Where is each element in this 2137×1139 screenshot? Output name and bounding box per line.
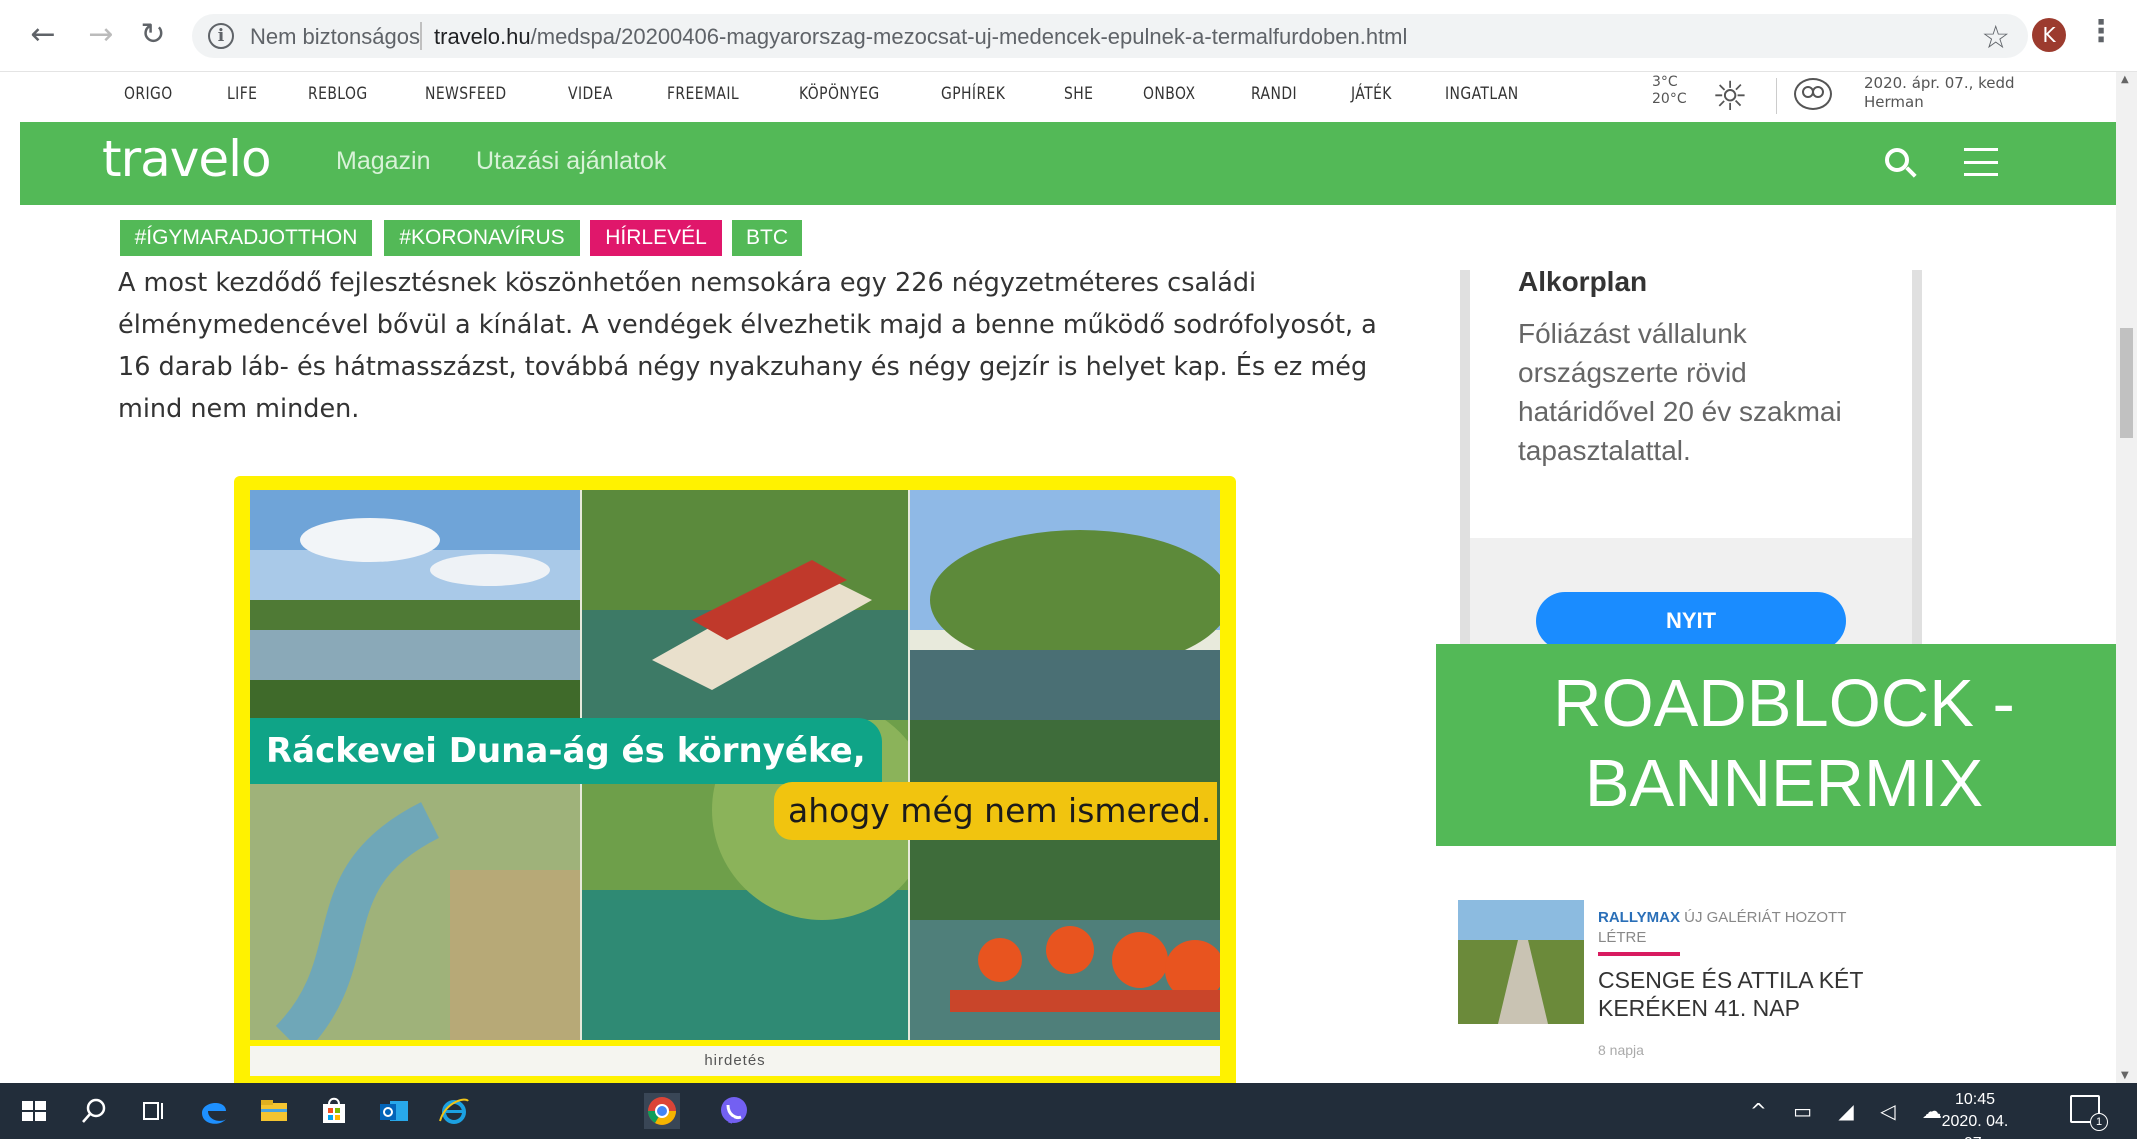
ad-subline: ahogy még nem ismered. bbox=[774, 782, 1218, 840]
ad-label: hirdetés bbox=[250, 1046, 1220, 1076]
task-view-icon[interactable] bbox=[136, 1093, 172, 1129]
portal-link-koponyeg[interactable]: KÖPÖNYEG bbox=[799, 84, 880, 104]
windows-taskbar: ^ ▭ ◢ ◁ ☁ 10:45 2020. 04. 07. 1 bbox=[0, 1083, 2137, 1139]
portal-link-ingatlan[interactable]: INGATLAN bbox=[1445, 84, 1519, 104]
clock-date: 2020. 04. 07. bbox=[1941, 1113, 2009, 1139]
frog-icon[interactable] bbox=[1794, 78, 1832, 110]
internet-explorer-icon[interactable] bbox=[436, 1093, 472, 1129]
article-line: élménymedencével bővül a kínálat. A vend… bbox=[118, 310, 1377, 340]
portal-link-gphirek[interactable]: GPHÍREK bbox=[941, 84, 1005, 104]
url-path: /medspa/20200406-magyarorszag-mezocsat-u… bbox=[530, 24, 1408, 49]
search-icon[interactable] bbox=[76, 1093, 112, 1129]
name-day: Herman bbox=[1864, 93, 1924, 111]
news-item[interactable]: RALLYMAX ÚJ GALÉRIÁT HOZOTT LÉTRE CSENGE… bbox=[1458, 900, 1898, 1060]
ad-image-collage: Ráckevei Duna-ág és környéke, ahogy még … bbox=[250, 490, 1220, 1040]
portal-link-freemail[interactable]: FREEMAIL bbox=[667, 84, 739, 104]
chrome-icon[interactable] bbox=[644, 1093, 680, 1129]
roadblock-line: BANNERMIX bbox=[1584, 746, 1984, 821]
notification-center-icon[interactable]: 1 bbox=[2070, 1095, 2108, 1131]
current-date: 2020. ápr. 07., kedd bbox=[1864, 74, 2015, 92]
edge-icon[interactable] bbox=[196, 1093, 232, 1129]
browser-menu-icon[interactable]: ⋮ bbox=[2086, 14, 2116, 49]
url-separator bbox=[420, 22, 422, 50]
sidebar-ad-title: Alkorplan bbox=[1518, 266, 1648, 297]
portal-link-randi[interactable]: RANDI bbox=[1251, 84, 1297, 104]
temp-high: 20°C bbox=[1652, 91, 1687, 107]
river-photo bbox=[250, 490, 580, 720]
temp-low: 3°C bbox=[1652, 74, 1678, 90]
profile-avatar[interactable]: K bbox=[2032, 18, 2066, 52]
portal-link-origo[interactable]: ORIGO bbox=[124, 84, 173, 104]
portal-link-onbox[interactable]: ONBOX bbox=[1143, 84, 1195, 104]
news-author[interactable]: RALLYMAX bbox=[1598, 909, 1680, 926]
search-icon[interactable] bbox=[1885, 148, 1909, 172]
news-thumbnail[interactable] bbox=[1458, 900, 1584, 1024]
portal-link-videa[interactable]: VIDEA bbox=[568, 84, 613, 104]
weather-widget[interactable]: 3°C 20°C bbox=[1652, 74, 1687, 108]
address-bar[interactable]: i Nem biztonságos travelo.hu/medspa/2020… bbox=[192, 14, 2028, 58]
security-label: Nem biztonságos bbox=[250, 24, 420, 49]
portal-link-jatek[interactable]: JÁTÉK bbox=[1351, 84, 1392, 104]
roadblock-line: ROADBLOCK - bbox=[1553, 666, 2015, 741]
nav-magazin[interactable]: Magazin bbox=[336, 147, 431, 176]
page-scrollbar[interactable]: ▲ ▼ bbox=[2116, 72, 2137, 1083]
article-body: A most kezdődő fejlesztésnek köszönhetőe… bbox=[118, 262, 1378, 430]
sidebar-ad-text: Fóliázást vállalunk országszerte rövid h… bbox=[1518, 318, 1842, 466]
info-icon[interactable]: i bbox=[208, 23, 234, 49]
url-text[interactable]: travelo.hu/medspa/20200406-magyarorszag-… bbox=[434, 24, 1407, 50]
travelo-logo[interactable]: travelo bbox=[102, 130, 272, 188]
news-title[interactable]: CSENGE ÉS ATTILA KÉT KERÉKEN 41. NAP bbox=[1598, 966, 1898, 1022]
portal-link-life[interactable]: LIFE bbox=[227, 84, 257, 104]
portal-links: ORIGO LIFE REBLOG NEWSFEED VIDEA FREEMAI… bbox=[124, 84, 1579, 104]
scroll-down-icon[interactable]: ▼ bbox=[2121, 1070, 2129, 1081]
windows-start-icon[interactable] bbox=[16, 1093, 52, 1129]
roadblock-banner[interactable]: ROADBLOCK - BANNERMIX bbox=[1436, 644, 2132, 846]
article-line: 16 darab láb- és hátmasszázst, továbbá n… bbox=[118, 352, 1368, 382]
store-icon[interactable] bbox=[316, 1093, 352, 1129]
article-line: A most kezdődő fejlesztésnek köszönhetőe… bbox=[118, 268, 1257, 298]
system-tray-icons[interactable]: ^ ▭ ◢ ◁ ☁ bbox=[1750, 1099, 1952, 1123]
tag-igymaradjotthon[interactable]: #ÍGYMARADJOTTHON bbox=[120, 220, 372, 256]
news-meta: RALLYMAX ÚJ GALÉRIÁT HOZOTT LÉTRE bbox=[1598, 908, 1898, 948]
sun-icon: ☼ bbox=[1712, 74, 1748, 120]
news-accent-line bbox=[1598, 952, 1680, 956]
portal-bar: ORIGO LIFE REBLOG NEWSFEED VIDEA FREEMAI… bbox=[0, 72, 2116, 122]
bookmark-star-icon[interactable]: ☆ bbox=[1981, 18, 2010, 56]
portal-link-reblog[interactable]: REBLOG bbox=[308, 84, 368, 104]
article-line: mind nem minden. bbox=[118, 394, 360, 424]
outlook-icon[interactable] bbox=[376, 1093, 412, 1129]
browser-toolbar: ← → ↻ i Nem biztonságos travelo.hu/medsp… bbox=[0, 0, 2137, 72]
file-explorer-icon[interactable] bbox=[256, 1093, 292, 1129]
tag-koronavirus[interactable]: #KORONAVÍRUS bbox=[384, 220, 580, 256]
divider bbox=[1776, 78, 1777, 114]
ad-headline: Ráckevei Duna-ág és környéke, bbox=[250, 718, 882, 784]
reload-icon[interactable]: ↻ bbox=[136, 18, 170, 52]
url-host: travelo.hu bbox=[434, 24, 531, 49]
scroll-up-icon[interactable]: ▲ bbox=[2121, 74, 2129, 85]
portal-link-newsfeed[interactable]: NEWSFEED bbox=[425, 84, 507, 104]
scroll-thumb[interactable] bbox=[2120, 328, 2133, 438]
boat-photo bbox=[582, 490, 908, 720]
open-button[interactable]: NYIT bbox=[1536, 592, 1846, 650]
tag-btc[interactable]: BTC bbox=[732, 220, 802, 256]
viber-icon[interactable] bbox=[716, 1093, 752, 1129]
site-header: travelo Magazin Utazási ajánlatok bbox=[20, 122, 2136, 205]
advertisement-banner[interactable]: Ráckevei Duna-ág és környéke, ahogy még … bbox=[234, 476, 1236, 1090]
news-age: 8 napja bbox=[1598, 1042, 1644, 1058]
back-icon[interactable]: ← bbox=[26, 18, 60, 52]
clock-time: 10:45 bbox=[1954, 1091, 1996, 1108]
kayak-photo bbox=[910, 720, 1220, 1040]
hamburger-menu-icon[interactable] bbox=[1964, 148, 1998, 176]
notification-count: 1 bbox=[2090, 1113, 2108, 1131]
taskbar-clock[interactable]: 10:45 2020. 04. 07. bbox=[1940, 1089, 2010, 1139]
trees-photo bbox=[910, 490, 1220, 720]
date-block: 2020. ápr. 07., kedd Herman bbox=[1864, 74, 2015, 112]
tag-hirlevel[interactable]: HÍRLEVÉL bbox=[590, 220, 722, 256]
forward-icon[interactable]: → bbox=[84, 18, 118, 52]
portal-link-she[interactable]: SHE bbox=[1064, 84, 1093, 104]
nav-utazasi-ajanlatok[interactable]: Utazási ajánlatok bbox=[476, 147, 666, 176]
